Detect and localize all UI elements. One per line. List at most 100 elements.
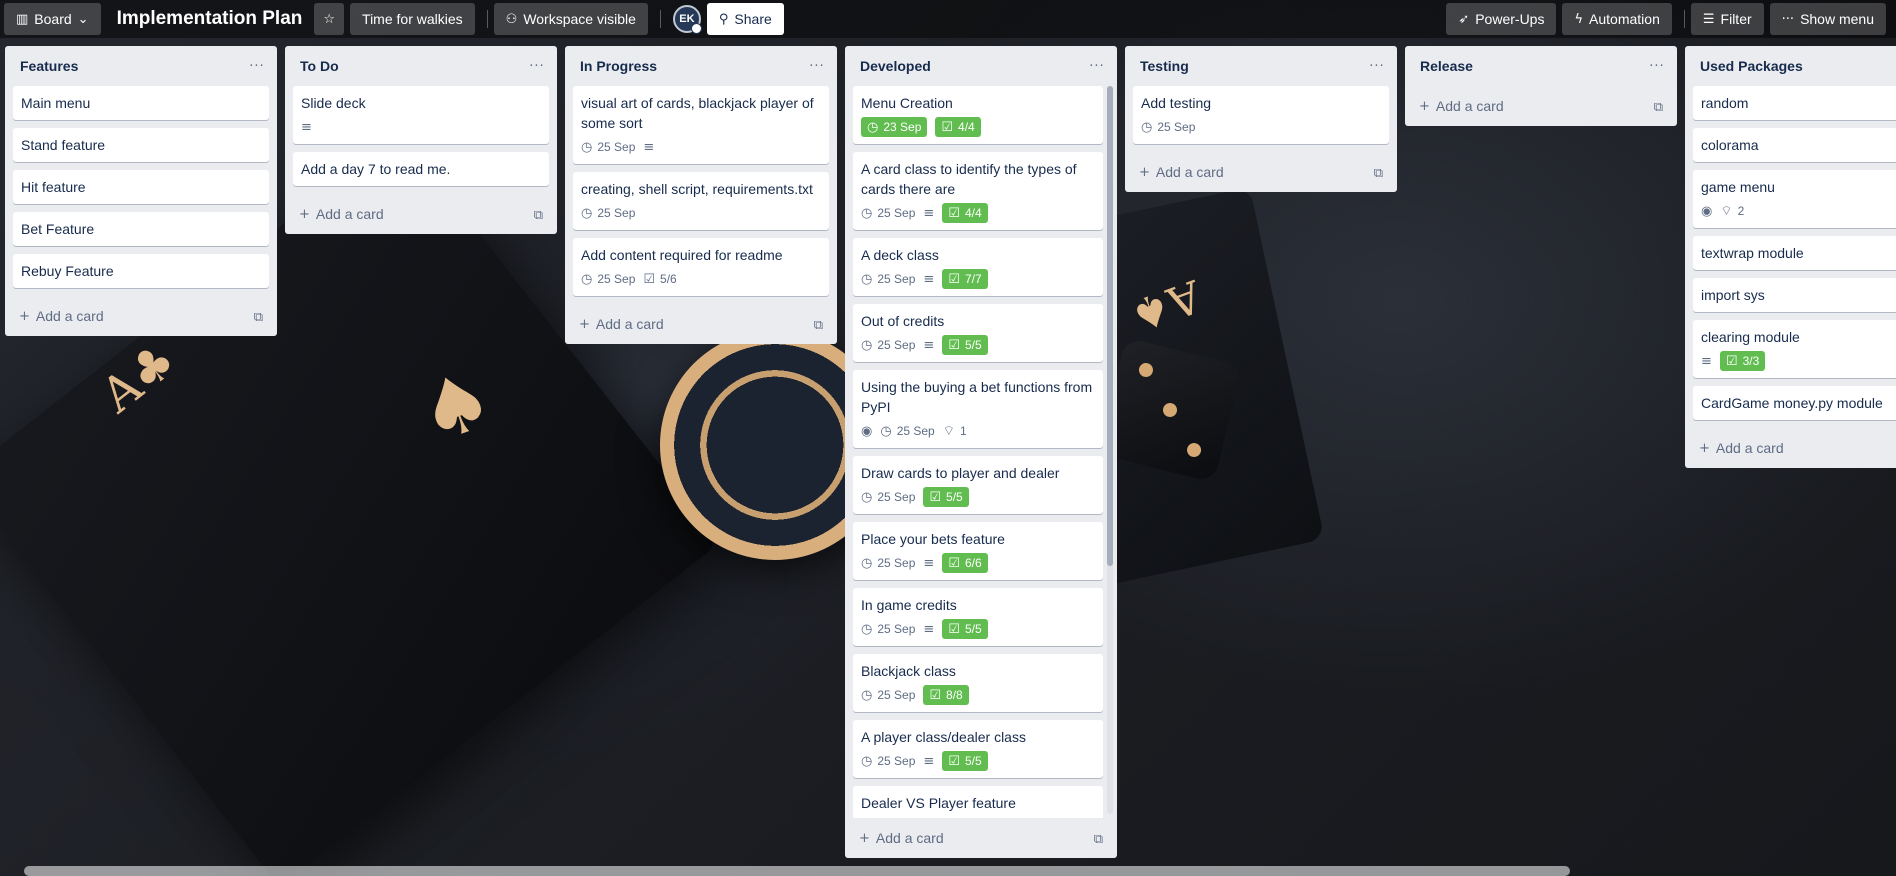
due-date-badge[interactable]: ◷ 25 Sep (861, 553, 915, 573)
list-footer: + Add a card ⧉ (1405, 86, 1677, 126)
card[interactable]: clearing module ≡ ☑ 3/3 (1693, 320, 1896, 378)
show-menu-button[interactable]: ··· Show menu (1769, 3, 1886, 35)
card-title: creating, shell script, requirements.txt (581, 181, 813, 197)
list-title[interactable]: Used Packages (1700, 58, 1803, 74)
checklist-count: 5/5 (964, 754, 982, 768)
description-icon: ≡ (1701, 353, 1712, 369)
card[interactable]: colorama (1693, 128, 1896, 162)
add-card-button[interactable]: + Add a card (579, 316, 664, 332)
card[interactable]: creating, shell script, requirements.txt… (573, 172, 829, 230)
due-date-badge[interactable]: ◷ 25 Sep (861, 751, 915, 771)
due-date-badge[interactable]: ◷ 25 Sep (880, 421, 934, 441)
checklist-count: 5/5 (964, 338, 982, 352)
share-button[interactable]: ⚲ Share (706, 3, 784, 35)
card[interactable]: Out of credits ◷ 25 Sep ≡ ☑ 5/5 (853, 304, 1103, 362)
list-title[interactable]: Features (20, 58, 78, 74)
due-date-badge[interactable]: ◷ 25 Sep (861, 269, 915, 289)
card[interactable]: game menu ◉ ⌔ 2 (1693, 170, 1896, 228)
workspace-button[interactable]: Time for walkies (350, 3, 475, 35)
list-menu-button[interactable]: ··· (1085, 57, 1109, 75)
add-card-button[interactable]: + Add a card (299, 206, 384, 222)
card[interactable]: Slide deck ≡ (293, 86, 549, 144)
card[interactable]: A card class to identify the types of ca… (853, 152, 1103, 230)
create-from-template-button[interactable]: ⧉ (254, 309, 263, 324)
card[interactable]: Add testing ◷ 25 Sep (1133, 86, 1389, 144)
list-title[interactable]: Developed (860, 58, 931, 74)
filter-button[interactable]: ☰ Filter (1690, 3, 1764, 35)
star-board-button[interactable]: ☆ (314, 3, 345, 35)
card-title: Draw cards to player and dealer (861, 465, 1060, 481)
card[interactable]: Menu Creation ◷ 23 Sep ☑ 4/4 (853, 86, 1103, 144)
card[interactable]: A deck class ◷ 25 Sep ≡ ☑ 7/7 (853, 238, 1103, 296)
card-list: Menu Creation ◷ 23 Sep ☑ 4/4 A card class to … (845, 86, 1117, 818)
card[interactable]: Using the buying a bet functions from Py… (853, 370, 1103, 448)
add-card-button[interactable]: + Add a card (1419, 98, 1504, 114)
due-date-badge[interactable]: ◷ 25 Sep (581, 203, 635, 223)
template-icon: ⧉ (1373, 165, 1383, 181)
card[interactable]: Dealer VS Player feature (853, 786, 1103, 818)
card[interactable]: visual art of cards, blackjack player of… (573, 86, 829, 164)
description-icon: ≡ (643, 139, 655, 155)
add-card-button[interactable]: + Add a card (1139, 164, 1224, 180)
clock-icon: ◷ (861, 205, 873, 221)
board-title[interactable]: Implementation Plan (107, 8, 315, 30)
board-horizontal-scrollbar[interactable] (24, 866, 1570, 876)
card[interactable]: Bet Feature (13, 212, 269, 246)
background-die-art (1097, 337, 1243, 483)
card[interactable]: Place your bets feature ◷ 25 Sep ≡ ☑ 6/6 (853, 522, 1103, 580)
list-menu-button[interactable]: ··· (525, 57, 549, 75)
list-title[interactable]: Release (1420, 58, 1473, 74)
card[interactable]: textwrap module (1693, 236, 1896, 270)
card[interactable]: In game credits ◷ 25 Sep ≡ ☑ 5/5 (853, 588, 1103, 646)
create-from-template-button[interactable]: ⧉ (814, 317, 823, 332)
list-menu-button[interactable]: ··· (245, 57, 269, 75)
add-card-button[interactable]: + Add a card (1699, 440, 1784, 456)
card[interactable]: import sys (1693, 278, 1896, 312)
list-menu-button[interactable]: ··· (1645, 57, 1669, 75)
due-date-badge[interactable]: ◷ 25 Sep (861, 203, 915, 223)
due-date-badge[interactable]: ◷ 25 Sep (1141, 117, 1195, 137)
create-from-template-button[interactable]: ⧉ (534, 207, 543, 222)
due-date-badge[interactable]: ◷ 25 Sep (861, 487, 915, 507)
visibility-button[interactable]: ⚇ Workspace visible (493, 3, 648, 35)
list-scrollbar-thumb[interactable] (1107, 86, 1113, 566)
power-ups-button[interactable]: ➶ Power-Ups (1446, 3, 1557, 35)
add-card-button[interactable]: + Add a card (19, 308, 104, 324)
card[interactable]: CardGame money.py module (1693, 386, 1896, 420)
list-scrollbar[interactable] (1107, 86, 1113, 814)
due-date-badge[interactable]: ◷ 25 Sep (581, 269, 635, 289)
card[interactable]: Hit feature (13, 170, 269, 204)
card[interactable]: Blackjack class ◷ 25 Sep ☑ 8/8 (853, 654, 1103, 712)
card[interactable]: random (1693, 86, 1896, 120)
due-date-badge[interactable]: ◷ 23 Sep (861, 117, 928, 137)
card[interactable]: Main menu (13, 86, 269, 120)
card-badges: ≡ ☑ 3/3 (1701, 351, 1896, 371)
due-date-badge[interactable]: ◷ 25 Sep (581, 137, 635, 157)
automation-button[interactable]: ϟ Automation (1562, 3, 1672, 35)
card-list: Add testing ◷ 25 Sep (1125, 86, 1397, 152)
list-menu-button[interactable]: ··· (1365, 57, 1389, 75)
list-menu-button[interactable]: ··· (805, 57, 829, 75)
card[interactable]: Add content required for readme ◷ 25 Sep ☑ 5… (573, 238, 829, 296)
card-title: Add a day 7 to read me. (301, 161, 451, 177)
create-from-template-button[interactable]: ⧉ (1374, 165, 1383, 180)
due-date-text: 25 Sep (877, 622, 916, 636)
card[interactable]: Draw cards to player and dealer ◷ 25 Sep ☑ 5… (853, 456, 1103, 514)
due-date-badge[interactable]: ◷ 25 Sep (861, 685, 915, 705)
watching-badge: ◉ (861, 421, 872, 441)
card[interactable]: Rebuy Feature (13, 254, 269, 288)
list-title[interactable]: To Do (300, 58, 339, 74)
card[interactable]: Add a day 7 to read me. (293, 152, 549, 186)
list-title[interactable]: In Progress (580, 58, 657, 74)
board-view-switcher[interactable]: ▥ Board ⌄ (4, 3, 101, 35)
avatar[interactable]: EK (672, 5, 702, 34)
list-title[interactable]: Testing (1140, 58, 1189, 74)
create-from-template-button[interactable]: ⧉ (1094, 831, 1103, 846)
card[interactable]: A player class/dealer class ◷ 25 Sep ≡ ☑ 5/5 (853, 720, 1103, 778)
due-date-badge[interactable]: ◷ 25 Sep (861, 335, 915, 355)
description-badge: ≡ (923, 619, 934, 639)
add-card-button[interactable]: + Add a card (859, 830, 944, 846)
create-from-template-button[interactable]: ⧉ (1654, 99, 1663, 114)
card[interactable]: Stand feature (13, 128, 269, 162)
due-date-badge[interactable]: ◷ 25 Sep (861, 619, 915, 639)
